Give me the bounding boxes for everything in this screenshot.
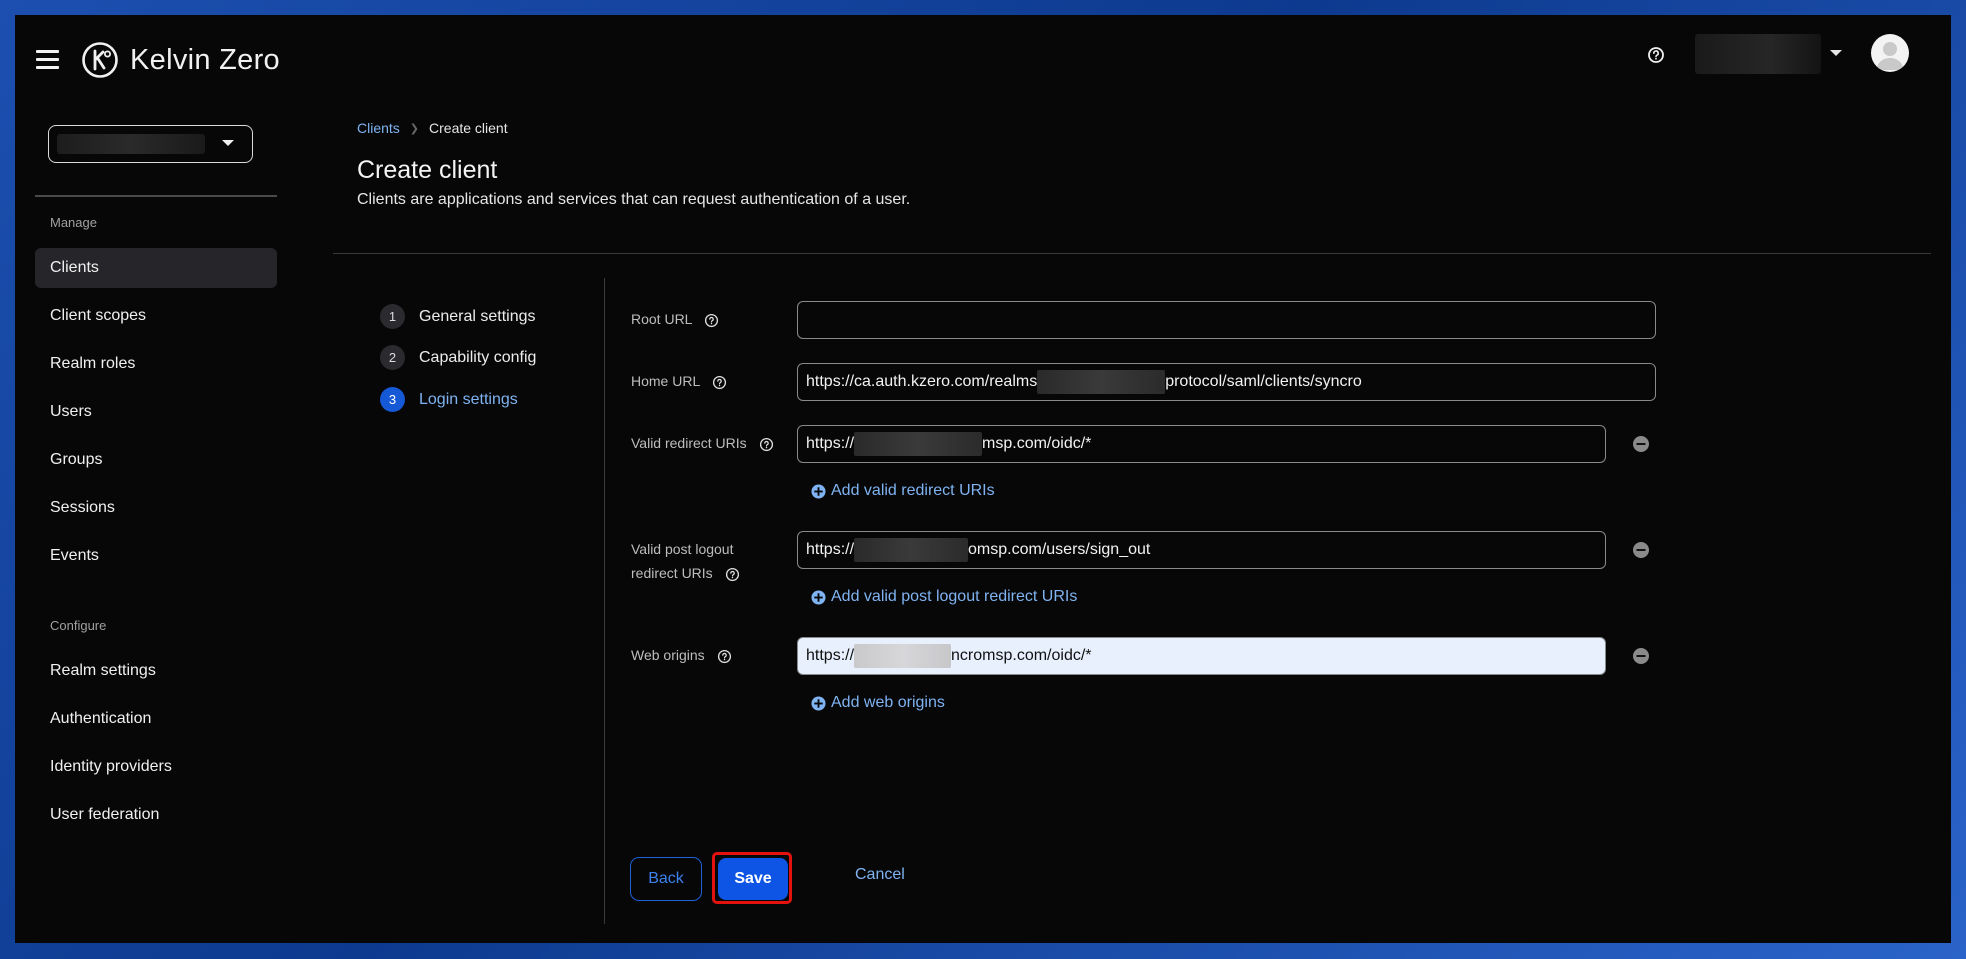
web-origins-label: Web origins bbox=[631, 643, 732, 667]
web-origins-label-text: Web origins bbox=[631, 647, 705, 663]
sidebar-item-user-federation[interactable]: User federation bbox=[35, 795, 277, 835]
step-label: Capability config bbox=[419, 348, 537, 366]
plus-circle-icon bbox=[811, 483, 826, 499]
web-origins-input[interactable]: https:// ncromsp.com/oidc/* bbox=[797, 637, 1606, 675]
sidebar-section-manage: Manage bbox=[50, 215, 97, 230]
post-logout-value-prefix: https:// bbox=[806, 541, 855, 558]
step-number: 2 bbox=[380, 345, 405, 370]
valid-redirect-uris-label-text: Valid redirect URIs bbox=[631, 435, 747, 451]
step-number: 3 bbox=[380, 387, 405, 412]
sidebar-item-users[interactable]: Users bbox=[35, 392, 277, 432]
remove-circle-icon[interactable] bbox=[1632, 435, 1650, 453]
caret-down-icon bbox=[222, 140, 234, 146]
sidebar-divider bbox=[35, 195, 277, 197]
home-url-label-text: Home URL bbox=[631, 373, 700, 389]
wizard-step-login-settings[interactable]: 3 Login settings bbox=[380, 387, 580, 412]
add-web-origin-label: Add web origins bbox=[831, 694, 945, 711]
cancel-button[interactable]: Cancel bbox=[855, 866, 905, 884]
sidebar-item-realm-roles[interactable]: Realm roles bbox=[35, 344, 277, 384]
realm-selector[interactable] bbox=[48, 125, 253, 163]
remove-circle-icon[interactable] bbox=[1632, 647, 1650, 665]
post-logout-label-line1: Valid post logout bbox=[631, 541, 734, 557]
plus-circle-icon bbox=[811, 695, 826, 711]
sidebar-item-clients[interactable]: Clients bbox=[35, 248, 277, 288]
redacted-text bbox=[1037, 369, 1166, 394]
breadcrumb-current: Create client bbox=[429, 120, 508, 136]
add-valid-redirect-uri-label: Add valid redirect URIs bbox=[831, 482, 995, 499]
help-circle-icon[interactable] bbox=[725, 567, 740, 582]
user-avatar-icon[interactable] bbox=[1871, 34, 1909, 72]
redacted-text bbox=[854, 537, 969, 562]
post-logout-value-suffix: omsp.com/users/sign_out bbox=[968, 541, 1151, 558]
wizard-step-general-settings[interactable]: 1 General settings bbox=[380, 304, 580, 329]
redacted-username bbox=[1695, 34, 1821, 74]
caret-down-icon bbox=[1830, 50, 1842, 56]
valid-redirect-uri-input[interactable]: https:// msp.com/oidc/* bbox=[797, 425, 1606, 463]
help-circle-icon[interactable] bbox=[1645, 44, 1667, 66]
plus-circle-icon bbox=[811, 589, 826, 605]
post-logout-redirect-uris-label: Valid post logout redirect URIs bbox=[631, 537, 740, 585]
home-url-value-suffix: protocol/saml/clients/syncro bbox=[1165, 373, 1362, 390]
sidebar-item-realm-settings[interactable]: Realm settings bbox=[35, 651, 277, 691]
sidebar-item-client-scopes[interactable]: Client scopes bbox=[35, 296, 277, 336]
redacted-realm-name bbox=[57, 134, 205, 154]
save-button[interactable]: Save bbox=[718, 858, 788, 900]
post-logout-label-line2: redirect URIs bbox=[631, 565, 713, 581]
redacted-text bbox=[854, 643, 952, 668]
root-url-label-text: Root URL bbox=[631, 311, 692, 327]
add-valid-redirect-uri-button[interactable]: Add valid redirect URIs bbox=[811, 482, 995, 500]
home-url-input[interactable]: https://ca.auth.kzero.com/realms protocol… bbox=[797, 363, 1656, 401]
step-label: Login settings bbox=[419, 390, 518, 408]
sidebar-item-authentication[interactable]: Authentication bbox=[35, 699, 277, 739]
redirect-uri-value-suffix: msp.com/oidc/* bbox=[982, 435, 1092, 452]
help-circle-icon[interactable] bbox=[712, 375, 727, 390]
home-url-label: Home URL bbox=[631, 369, 727, 393]
step-label: General settings bbox=[419, 307, 536, 325]
page-title: Create client bbox=[357, 156, 498, 184]
logo[interactable]: Kelvin Zero bbox=[81, 41, 280, 79]
page-description: Clients are applications and services th… bbox=[357, 191, 911, 208]
root-url-input[interactable] bbox=[797, 301, 1656, 339]
breadcrumb: Clients ❯ Create client bbox=[357, 120, 508, 136]
back-button[interactable]: Back bbox=[630, 857, 702, 901]
header-divider bbox=[333, 253, 1931, 254]
valid-redirect-uris-label: Valid redirect URIs bbox=[631, 431, 774, 455]
kelvin-zero-logo-icon bbox=[82, 42, 118, 78]
help-circle-icon[interactable] bbox=[704, 313, 719, 328]
home-url-value-prefix: https://ca.auth.kzero.com/realms bbox=[806, 373, 1038, 390]
redirect-uri-value-prefix: https:// bbox=[806, 435, 855, 452]
sidebar-item-identity-providers[interactable]: Identity providers bbox=[35, 747, 277, 787]
add-post-logout-redirect-uri-button[interactable]: Add valid post logout redirect URIs bbox=[811, 588, 1077, 606]
help-circle-icon[interactable] bbox=[759, 437, 774, 452]
root-url-label: Root URL bbox=[631, 307, 719, 331]
help-circle-icon[interactable] bbox=[717, 649, 732, 664]
wizard-divider bbox=[604, 278, 605, 924]
add-post-logout-redirect-uri-label: Add valid post logout redirect URIs bbox=[831, 588, 1078, 605]
web-origins-value-prefix: https:// bbox=[806, 647, 855, 664]
sidebar-item-sessions[interactable]: Sessions bbox=[35, 488, 277, 528]
app-window: Kelvin Zero Manage Clients Client scopes… bbox=[15, 15, 1951, 943]
web-origins-value-suffix: ncromsp.com/oidc/* bbox=[951, 647, 1092, 664]
hamburger-menu-icon[interactable] bbox=[36, 50, 59, 70]
sidebar-section-configure: Configure bbox=[50, 618, 107, 633]
sidebar-item-groups[interactable]: Groups bbox=[35, 440, 277, 480]
chevron-right-icon: ❯ bbox=[409, 122, 420, 135]
post-logout-redirect-uri-input[interactable]: https:// omsp.com/users/sign_out bbox=[797, 531, 1606, 569]
wizard-step-capability-config[interactable]: 2 Capability config bbox=[380, 345, 580, 370]
user-menu-dropdown[interactable] bbox=[1695, 34, 1845, 74]
sidebar-item-events[interactable]: Events bbox=[35, 536, 277, 576]
breadcrumb-clients-link[interactable]: Clients bbox=[357, 120, 400, 136]
redacted-text bbox=[854, 431, 983, 456]
step-number: 1 bbox=[380, 304, 405, 329]
remove-circle-icon[interactable] bbox=[1632, 541, 1650, 559]
app-name: Kelvin Zero bbox=[130, 43, 280, 76]
add-web-origin-button[interactable]: Add web origins bbox=[811, 694, 945, 712]
